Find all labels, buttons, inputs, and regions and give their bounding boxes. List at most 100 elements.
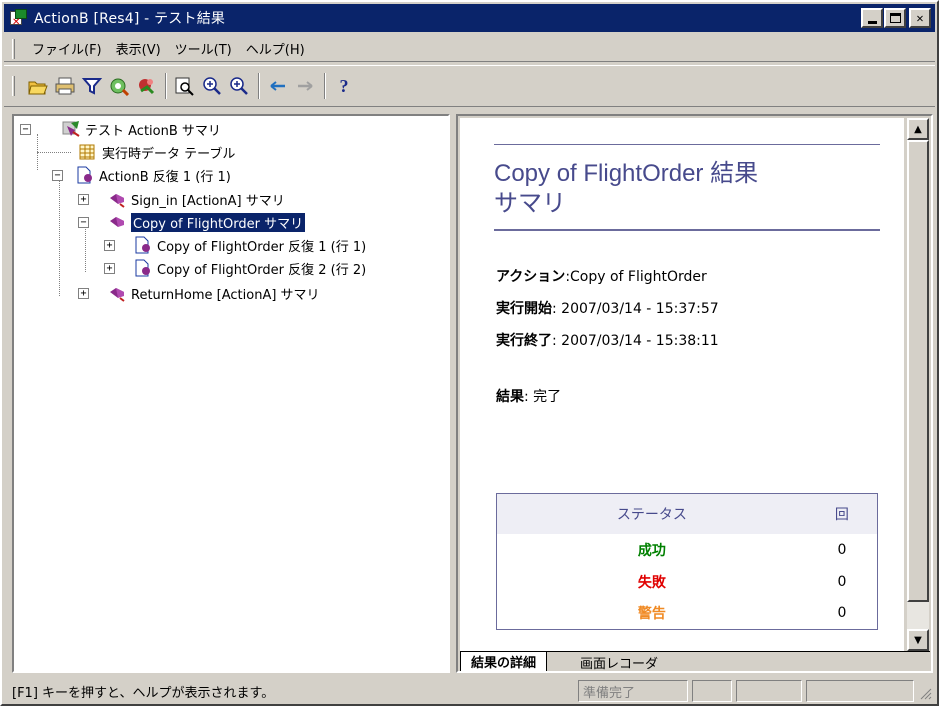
scroll-up-button[interactable]: ▲ bbox=[907, 118, 929, 140]
table-icon bbox=[78, 143, 98, 161]
remove-button[interactable] bbox=[133, 73, 159, 99]
report-title-line1: Copy of FlightOrder 結果 bbox=[494, 160, 759, 187]
tree-pane[interactable]: − テスト ActionB サマリ 実行時データ テーブル − ActionB … bbox=[12, 114, 450, 673]
count-cell: 0 bbox=[837, 541, 847, 558]
toolbar-separator bbox=[258, 73, 260, 99]
action-value: :Copy of FlightOrder bbox=[565, 269, 707, 285]
count-cell: 0 bbox=[837, 573, 847, 590]
tree-item-root[interactable]: − テスト ActionB サマリ bbox=[20, 118, 221, 140]
tree-label: Sign_in [ActionA] サマリ bbox=[131, 193, 285, 209]
menu-help[interactable]: ヘルプ(H) bbox=[239, 37, 312, 60]
status-table: ステータス 回 成功 0 失敗 0 警告 0 bbox=[496, 493, 878, 630]
tree-label: ActionB 反復 1 (行 1) bbox=[99, 169, 231, 185]
print-button[interactable] bbox=[52, 73, 78, 99]
maximize-icon bbox=[889, 13, 901, 23]
toolbar: ? bbox=[4, 65, 935, 107]
minimize-button[interactable] bbox=[861, 8, 883, 28]
maximize-button[interactable] bbox=[884, 8, 906, 28]
up-arrow-icon: ▲ bbox=[914, 123, 922, 135]
tree-item-copy-iter1[interactable]: + Copy of FlightOrder 反復 1 (行 1) bbox=[104, 234, 366, 256]
tree-item-data-table[interactable]: 実行時データ テーブル bbox=[78, 141, 235, 163]
status-help-text: [F1] キーを押すと、ヘルプが表示されます。 bbox=[12, 685, 275, 701]
help-icon: ? bbox=[339, 75, 349, 96]
help-button[interactable]: ? bbox=[331, 73, 357, 99]
find-button[interactable] bbox=[106, 73, 132, 99]
tree-item-return-home[interactable]: + ReturnHome [ActionA] サマリ bbox=[78, 282, 320, 304]
back-arrow-icon bbox=[270, 81, 285, 91]
result-label: 結果 bbox=[496, 389, 524, 405]
status-panel bbox=[692, 680, 732, 702]
expand-icon[interactable]: + bbox=[78, 287, 89, 299]
tree-line bbox=[37, 152, 71, 153]
tree-label: Copy of FlightOrder 反復 1 (行 1) bbox=[157, 239, 367, 255]
result-row: 結果: 完了 bbox=[496, 386, 561, 406]
minimize-icon bbox=[867, 20, 877, 24]
zoom-page-icon bbox=[175, 77, 194, 96]
zoom-page-button[interactable] bbox=[172, 73, 198, 99]
status-panel bbox=[806, 680, 914, 702]
table-row: 成功 0 bbox=[497, 534, 878, 566]
tree-label: Copy of FlightOrder 反復 2 (行 2) bbox=[157, 262, 367, 278]
forward-button[interactable] bbox=[292, 73, 318, 99]
resize-grip-icon[interactable] bbox=[918, 686, 932, 700]
menu-tools[interactable]: ツール(T) bbox=[168, 37, 239, 60]
tab-details[interactable]: 結果の詳細 bbox=[460, 652, 548, 671]
action-icon bbox=[107, 190, 127, 208]
collapse-icon[interactable]: − bbox=[52, 169, 63, 181]
start-row: 実行開始: 2007/03/14 - 15:37:57 bbox=[496, 298, 719, 318]
report-tabs: 結果の詳細 画面レコーダ bbox=[460, 651, 930, 672]
iteration-icon bbox=[75, 166, 95, 184]
menu-file[interactable]: ファイル(F) bbox=[25, 37, 109, 60]
count-header: 回 bbox=[806, 493, 878, 534]
action-icon bbox=[107, 213, 127, 231]
open-button[interactable] bbox=[25, 73, 51, 99]
expand-icon[interactable]: + bbox=[104, 262, 115, 274]
status-passed: 成功 bbox=[637, 542, 666, 559]
collapse-icon[interactable]: − bbox=[20, 123, 31, 135]
report-content[interactable]: Copy of FlightOrder 結果 サマリ アクション:Copy of… bbox=[460, 118, 904, 651]
status-failed: 失敗 bbox=[637, 574, 666, 591]
collapse-icon[interactable]: − bbox=[78, 216, 89, 228]
tree-label-selected: Copy of FlightOrder サマリ bbox=[129, 211, 307, 233]
toolbar-grip[interactable] bbox=[12, 76, 15, 96]
tree-item-copy-order[interactable]: − Copy of FlightOrder サマリ bbox=[78, 211, 307, 233]
result-value: : 完了 bbox=[524, 389, 562, 405]
test-summary-icon bbox=[61, 120, 81, 138]
start-value: : 2007/03/14 - 15:37:57 bbox=[552, 301, 719, 317]
find-icon bbox=[110, 78, 130, 96]
status-warning: 警告 bbox=[637, 606, 666, 623]
iteration-icon bbox=[133, 259, 153, 277]
tree-item-iteration[interactable]: − ActionB 反復 1 (行 1) bbox=[52, 164, 231, 186]
table-row: 失敗 0 bbox=[497, 566, 878, 598]
tab-screen-recorder[interactable]: 画面レコーダ bbox=[570, 652, 668, 672]
status-bar: [F1] キーを押すと、ヘルプが表示されます。 準備完了 bbox=[4, 678, 935, 704]
tree-label: テスト ActionB サマリ bbox=[85, 123, 221, 139]
close-button[interactable]: ✕ bbox=[909, 8, 931, 28]
forward-arrow-icon bbox=[298, 81, 313, 91]
scroll-thumb[interactable] bbox=[907, 140, 929, 602]
zoom-in-button[interactable] bbox=[199, 73, 225, 99]
tree-label: 実行時データ テーブル bbox=[102, 146, 236, 162]
vertical-scrollbar[interactable]: ▲ ▼ bbox=[907, 118, 929, 651]
scroll-down-button[interactable]: ▼ bbox=[907, 629, 929, 651]
expand-icon[interactable]: + bbox=[104, 239, 115, 251]
status-ready: 準備完了 bbox=[578, 680, 688, 702]
report-title: Copy of FlightOrder 結果 サマリ bbox=[494, 144, 880, 231]
menu-view[interactable]: 表示(V) bbox=[109, 37, 168, 60]
remove-icon bbox=[139, 79, 155, 95]
tree-item-copy-iter2[interactable]: + Copy of FlightOrder 反復 2 (行 2) bbox=[104, 257, 366, 279]
filter-button[interactable] bbox=[79, 73, 105, 99]
open-icon bbox=[28, 81, 48, 95]
zoom-out-button[interactable] bbox=[226, 73, 252, 99]
close-icon: ✕ bbox=[916, 11, 924, 25]
tree-item-sign-in[interactable]: + Sign_in [ActionA] サマリ bbox=[78, 188, 285, 210]
app-icon: ✕ bbox=[10, 9, 28, 28]
status-panel bbox=[736, 680, 802, 702]
status-header: ステータス bbox=[496, 493, 807, 534]
title-bar[interactable]: ✕ ActionB [Res4] - テスト結果 ✕ bbox=[4, 4, 935, 32]
menu-grip[interactable] bbox=[12, 38, 15, 59]
window-title: ActionB [Res4] - テスト結果 bbox=[34, 11, 226, 27]
expand-icon[interactable]: + bbox=[78, 193, 89, 205]
back-button[interactable] bbox=[265, 73, 291, 99]
toolbar-separator bbox=[165, 73, 167, 99]
